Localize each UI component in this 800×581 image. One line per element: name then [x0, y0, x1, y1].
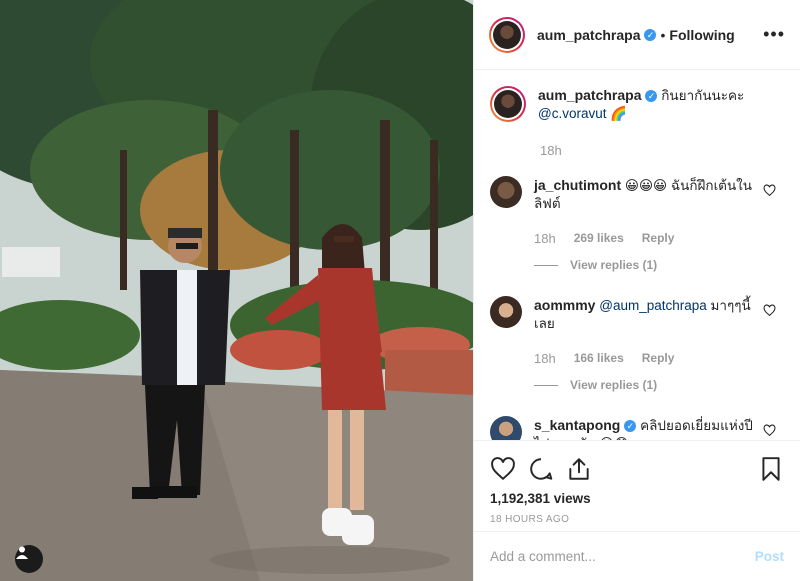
- bookmark-icon[interactable]: [758, 456, 784, 482]
- comment-meta: 18h 166 likes Reply: [534, 351, 784, 366]
- comment-mention[interactable]: @aum_patchrapa: [599, 298, 707, 313]
- caption-body: กินยากันนะคะ: [661, 88, 745, 103]
- header-separator: •: [660, 26, 666, 43]
- author-avatar[interactable]: [489, 16, 525, 53]
- following-button[interactable]: Following: [669, 27, 734, 43]
- comment-item: aommmy @aum_patchrapa มาๆๆนี้เลย: [490, 296, 784, 333]
- caption: aum_patchrapa ✓ กินยากันนะคะ @c.voravut 🌈: [490, 86, 784, 123]
- replies-line: [534, 384, 558, 386]
- comment-text: ja_chutimont 😀😀😀 ฉันก็ฝึกเต้นในลิฟต์: [534, 176, 759, 213]
- author-username[interactable]: aum_patchrapa: [537, 27, 640, 43]
- comment-likes[interactable]: 166 likes: [574, 351, 624, 366]
- commenter-avatar[interactable]: [490, 296, 522, 328]
- verified-badge-icon: ✓: [624, 420, 637, 433]
- comment-likes[interactable]: 269 likes: [574, 231, 624, 246]
- comment-icon[interactable]: [528, 456, 554, 482]
- verified-badge-icon: ✓: [645, 90, 658, 103]
- comment-item: s_kantapong✓ คลิปยอดเยี่ยมแห่งปีไปเลยครั…: [490, 416, 784, 440]
- heart-icon[interactable]: [763, 424, 776, 437]
- view-replies-label: View replies (1): [570, 378, 658, 392]
- post-photo: [0, 0, 473, 581]
- heart-icon[interactable]: [763, 304, 776, 317]
- caption-avatar[interactable]: [490, 86, 526, 122]
- user-tag-icon: [16, 546, 28, 559]
- comment-text: aommmy @aum_patchrapa มาๆๆนี้เลย: [534, 296, 759, 333]
- commenter-avatar[interactable]: [490, 416, 522, 440]
- comment-meta: 18h 269 likes Reply: [534, 231, 784, 246]
- caption-mention[interactable]: @c.voravut: [538, 106, 606, 121]
- commenter-username[interactable]: aommmy: [534, 297, 595, 313]
- post-timestamp[interactable]: 18 HOURS AGO: [474, 506, 800, 525]
- replies-line: [534, 264, 558, 266]
- caption-username[interactable]: aum_patchrapa: [538, 87, 641, 103]
- view-replies-button[interactable]: View replies (1): [534, 258, 784, 272]
- comment-emoji: 😀😀😀: [624, 178, 668, 193]
- commenter-username[interactable]: ja_chutimont: [534, 177, 621, 193]
- caption-text: aum_patchrapa ✓ กินยากันนะคะ @c.voravut 🌈: [538, 86, 744, 123]
- heart-icon[interactable]: [763, 184, 776, 197]
- comment-text: s_kantapong✓ คลิปยอดเยี่ยมแห่งปีไปเลยครั…: [534, 416, 759, 440]
- heart-icon[interactable]: [490, 456, 516, 482]
- comment-time[interactable]: 18h: [534, 351, 556, 366]
- comment-composer: Post: [474, 531, 800, 581]
- caption-time[interactable]: 18h: [540, 143, 784, 158]
- post-header: aum_patchrapa ✓ • Following •••: [474, 0, 800, 70]
- reply-button[interactable]: Reply: [642, 351, 675, 366]
- comment-input[interactable]: [490, 549, 755, 564]
- more-options-icon[interactable]: •••: [763, 24, 785, 45]
- comment-time[interactable]: 18h: [534, 231, 556, 246]
- reply-button[interactable]: Reply: [642, 231, 675, 246]
- post-media[interactable]: [0, 0, 473, 581]
- commenter-avatar[interactable]: [490, 176, 522, 208]
- instagram-post-modal: aum_patchrapa ✓ • Following ••• aum_patc…: [0, 0, 800, 581]
- view-replies-label: View replies (1): [570, 258, 658, 272]
- view-replies-button[interactable]: View replies (1): [534, 378, 784, 392]
- comment-item: ja_chutimont 😀😀😀 ฉันก็ฝึกเต้นในลิฟต์: [490, 176, 784, 213]
- view-count[interactable]: 1,192,381 views: [474, 487, 800, 506]
- action-bar: [474, 441, 800, 487]
- post-sidebar: aum_patchrapa ✓ • Following ••• aum_patc…: [473, 0, 800, 581]
- verified-badge-icon: ✓: [644, 28, 657, 41]
- caption-emoji: 🌈: [610, 106, 628, 121]
- comments-list[interactable]: aum_patchrapa ✓ กินยากันนะคะ @c.voravut 🌈…: [474, 70, 800, 440]
- commenter-username[interactable]: s_kantapong: [534, 417, 620, 433]
- share-icon[interactable]: [566, 456, 592, 482]
- post-comment-button[interactable]: Post: [755, 549, 784, 564]
- user-tag-button[interactable]: [15, 545, 43, 573]
